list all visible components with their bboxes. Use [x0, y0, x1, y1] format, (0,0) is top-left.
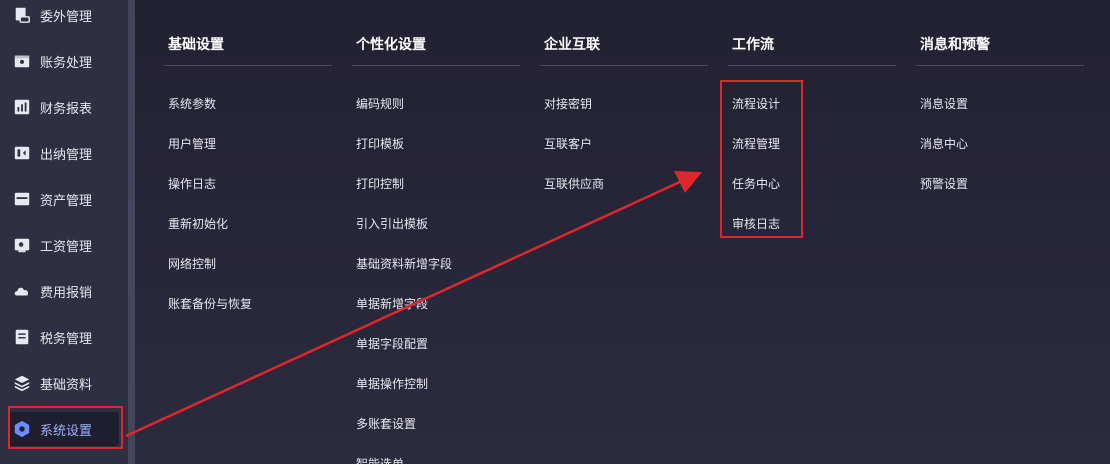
sidebar-item-expense[interactable]: 费用报销 [0, 268, 128, 314]
menu-link[interactable]: 对接密钥 [544, 95, 592, 112]
ledger-icon [12, 51, 32, 71]
sidebar-item-label: 工资管理 [40, 239, 93, 255]
cashier-icon [12, 143, 32, 163]
sidebar-item-tax[interactable]: 税务管理 [0, 314, 128, 360]
outsource-icon [12, 5, 32, 25]
column-divider [164, 65, 332, 66]
menu-link[interactable]: 预警设置 [920, 175, 968, 192]
menu-link[interactable]: 流程设计 [732, 95, 780, 112]
menu-link[interactable]: 网络控制 [168, 255, 216, 272]
menu-link[interactable]: 打印模板 [356, 135, 404, 152]
menu-link[interactable]: 编码规则 [356, 95, 404, 112]
sidebar-item-label: 基础资料 [40, 377, 93, 393]
menu-link[interactable]: 重新初始化 [168, 215, 228, 232]
sidebar-item-label: 税务管理 [40, 331, 93, 347]
sidebar-item-label: 委外管理 [40, 9, 93, 25]
column-title: 消息和预警 [920, 37, 990, 53]
sidebar-item-label: 账务处理 [40, 55, 93, 71]
column-title: 基础设置 [168, 37, 224, 53]
settings-hexagon-icon [12, 419, 32, 439]
report-icon [12, 97, 32, 117]
sidebar-item-outsource[interactable]: 委外管理 [0, 0, 128, 38]
menu-link[interactable]: 账套备份与恢复 [168, 295, 252, 312]
asset-icon [12, 189, 32, 209]
column-title: 工作流 [732, 37, 774, 53]
annotation-arrow [125, 171, 702, 438]
sidebar-item-cashier[interactable]: 出纳管理 [0, 130, 128, 176]
menu-link[interactable]: 引入引出模板 [356, 215, 428, 232]
column-divider [352, 65, 520, 66]
menu-link[interactable]: 单据操作控制 [356, 375, 428, 392]
menu-link[interactable]: 单据字段配置 [356, 335, 428, 352]
annotation-arrowhead [674, 171, 702, 193]
menu-link[interactable]: 打印控制 [356, 175, 404, 192]
menu-link[interactable]: 互联供应商 [544, 175, 604, 192]
sidebar-item-financial-report[interactable]: 财务报表 [0, 84, 128, 130]
menu-link[interactable]: 多账套设置 [356, 415, 416, 432]
menu-link[interactable]: 互联客户 [544, 135, 592, 152]
menu-link[interactable]: 用户管理 [168, 135, 216, 152]
sidebar-item-basic-data[interactable]: 基础资料 [0, 360, 128, 406]
column-title: 企业互联 [544, 37, 600, 53]
tax-icon [12, 327, 32, 347]
menu-link[interactable]: 系统参数 [168, 95, 216, 112]
menu-link[interactable]: 流程管理 [732, 135, 780, 152]
sidebar-item-label: 出纳管理 [40, 147, 93, 163]
layers-icon [12, 373, 32, 393]
menu-link[interactable]: 操作日志 [168, 175, 216, 192]
expense-icon [12, 281, 32, 301]
sidebar-item-system-settings[interactable]: 系统设置 [0, 406, 128, 452]
salary-icon [12, 235, 32, 255]
menu-link[interactable]: 单据新增字段 [356, 295, 428, 312]
menu-link[interactable]: 消息设置 [920, 95, 968, 112]
sidebar: 委外管理 账务处理 财务报表 出纳管理 资产管理 工资管理 费用报销 税务管理 … [0, 0, 128, 464]
sidebar-item-label: 费用报销 [40, 285, 93, 301]
column-divider [540, 65, 708, 66]
column-divider [916, 65, 1084, 66]
sidebar-item-label: 系统设置 [40, 423, 93, 439]
menu-link[interactable]: 基础资料新增字段 [356, 255, 452, 272]
sidebar-item-salary[interactable]: 工资管理 [0, 222, 128, 268]
column-title: 个性化设置 [356, 37, 426, 53]
menu-link[interactable]: 审核日志 [732, 215, 780, 232]
sidebar-item-label: 财务报表 [40, 101, 93, 117]
sidebar-item-asset[interactable]: 资产管理 [0, 176, 128, 222]
column-divider [728, 65, 896, 66]
menu-link[interactable]: 智能选单 [356, 455, 404, 464]
sidebar-item-label: 资产管理 [40, 193, 93, 209]
menu-link[interactable]: 任务中心 [732, 175, 780, 192]
sidebar-scrollbar[interactable] [128, 0, 135, 464]
sidebar-item-ledger[interactable]: 账务处理 [0, 38, 128, 84]
menu-link[interactable]: 消息中心 [920, 135, 968, 152]
